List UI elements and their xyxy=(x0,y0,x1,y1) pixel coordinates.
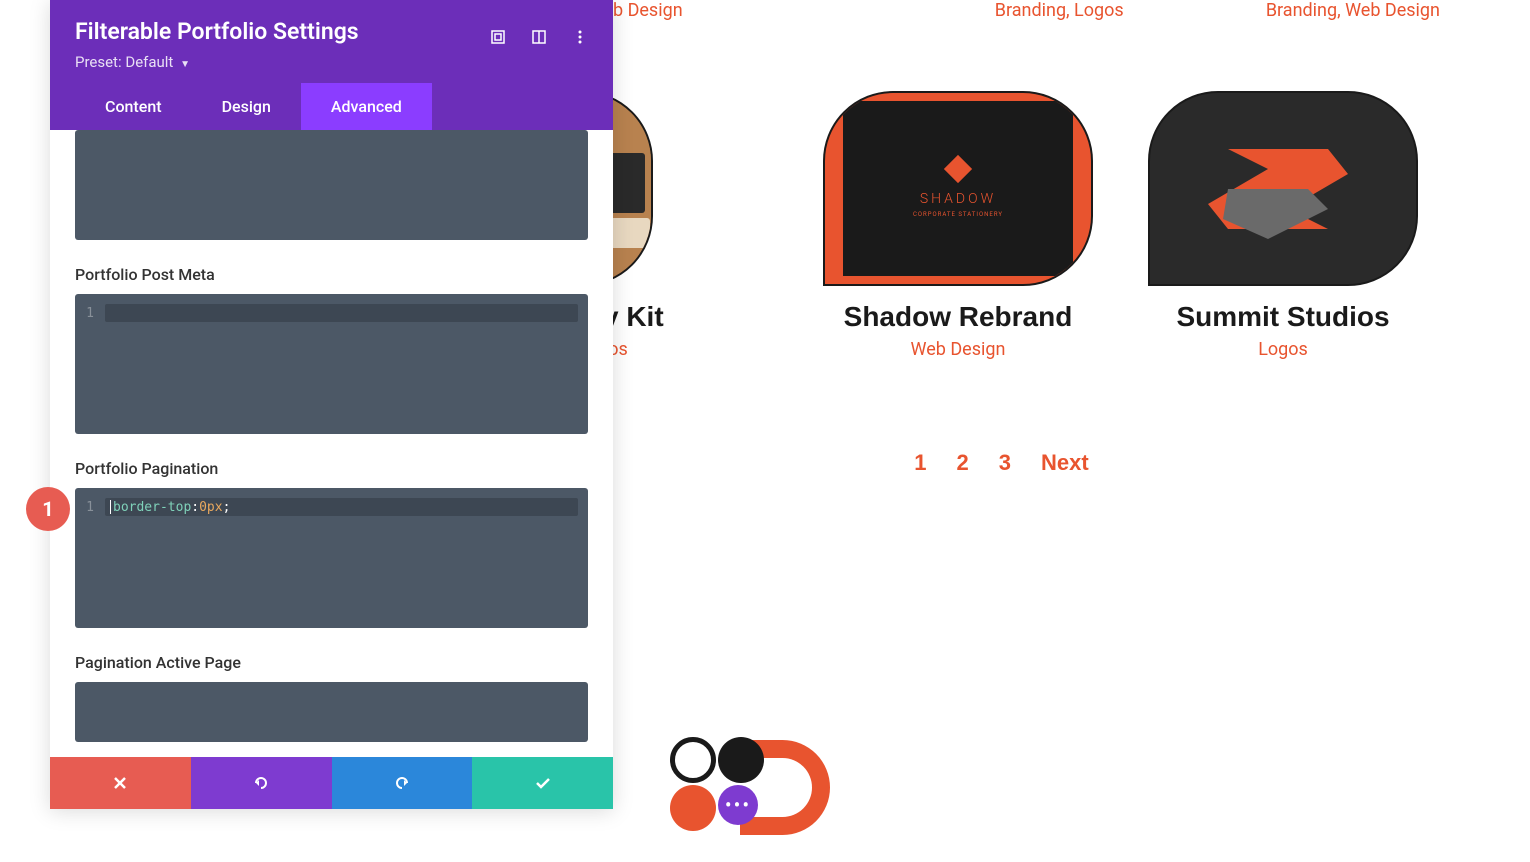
diamond-icon xyxy=(944,155,972,183)
circle-icon xyxy=(718,737,764,783)
css-semi: ; xyxy=(223,500,231,515)
portfolio-item[interactable]: Summit Studios Logos xyxy=(1148,91,1418,360)
code-box-active-page[interactable] xyxy=(75,682,588,742)
css-property: border-top xyxy=(113,500,191,515)
top-categories: b Design Branding, Logos Branding, Web D… xyxy=(613,0,1480,21)
page-link-3[interactable]: 3 xyxy=(999,450,1011,476)
tab-content[interactable]: Content xyxy=(75,83,192,130)
circle-icon xyxy=(670,737,716,783)
category-link[interactable]: b Design xyxy=(613,0,683,21)
page-link-2[interactable]: 2 xyxy=(957,450,969,476)
label-post-meta: Portfolio Post Meta xyxy=(75,265,588,284)
callout-badge: 1 xyxy=(26,487,70,531)
label-pagination: Portfolio Pagination xyxy=(75,459,588,478)
code-box-pagination[interactable]: 1 border-top: 0px; xyxy=(75,488,588,628)
label-active-page: Pagination Active Page xyxy=(75,653,588,672)
page-link-1[interactable]: 1 xyxy=(914,450,926,476)
css-value: 0px xyxy=(199,500,222,515)
panel-footer xyxy=(50,757,613,809)
dots-icon: ••• xyxy=(725,793,751,817)
help-bubble-icon[interactable]: ••• xyxy=(718,785,758,825)
tabs: Content Design Advanced xyxy=(75,83,588,130)
code-box-post-meta[interactable]: 1 xyxy=(75,294,588,434)
portfolio-title: Shadow Rebrand xyxy=(823,301,1093,333)
portfolio-title: Summit Studios xyxy=(1148,301,1418,333)
panel-title: Filterable Portfolio Settings xyxy=(75,18,359,45)
more-icon[interactable] xyxy=(572,24,588,40)
circle-icon xyxy=(670,785,716,831)
code-line-content[interactable]: border-top: 0px; xyxy=(105,498,578,516)
portfolio-category[interactable]: Logos xyxy=(1148,339,1418,360)
settings-panel: Filterable Portfolio Settings Preset: De… xyxy=(50,0,613,809)
portfolio-category[interactable]: Web Design xyxy=(823,339,1093,360)
preset-selector[interactable]: Preset: Default ▼ xyxy=(75,45,588,83)
shadow-logo-sub: CORPORATE STATIONERY xyxy=(913,211,1003,218)
pagination: 1 2 3 Next xyxy=(523,450,1480,476)
panel-header: Filterable Portfolio Settings Preset: De… xyxy=(50,0,613,130)
tab-design[interactable]: Design xyxy=(192,83,301,130)
portfolio-item[interactable]: SHADOW CORPORATE STATIONERY Shadow Rebra… xyxy=(823,91,1093,360)
shadow-logo-text: SHADOW xyxy=(920,191,996,207)
shadow-card: SHADOW CORPORATE STATIONERY xyxy=(843,101,1073,276)
line-number: 1 xyxy=(75,500,105,515)
css-colon: : xyxy=(191,500,199,515)
logo-circles: ••• xyxy=(670,737,770,837)
code-line-empty[interactable] xyxy=(105,304,578,322)
tab-advanced[interactable]: Advanced xyxy=(301,83,432,130)
page-link-next[interactable]: Next xyxy=(1041,450,1089,476)
portfolio-thumb[interactable] xyxy=(1148,91,1418,286)
line-number: 1 xyxy=(75,306,105,321)
text-cursor xyxy=(110,500,111,514)
expand-icon[interactable] xyxy=(490,24,506,40)
category-link[interactable]: Branding, Logos xyxy=(995,0,1124,21)
layout-icon[interactable] xyxy=(531,24,547,40)
footer-logo: ••• xyxy=(670,737,830,837)
code-box-prev[interactable] xyxy=(75,130,588,240)
caret-down-icon: ▼ xyxy=(180,59,190,70)
undo-button[interactable] xyxy=(191,757,332,809)
save-button[interactable] xyxy=(472,757,613,809)
panel-body[interactable]: Portfolio Post Meta 1 Portfolio Paginati… xyxy=(50,130,613,757)
category-link[interactable]: Branding, Web Design xyxy=(1266,0,1440,21)
redo-button[interactable] xyxy=(332,757,473,809)
portfolio-row: onary Kit Logos SHADOW CORPORATE STATION… xyxy=(613,91,1480,360)
callout-number: 1 xyxy=(42,497,53,521)
portfolio-thumb[interactable]: SHADOW CORPORATE STATIONERY xyxy=(823,91,1093,286)
preset-value: Default xyxy=(125,53,173,71)
content-area: b Design Branding, Logos Branding, Web D… xyxy=(613,0,1530,476)
preset-label: Preset: xyxy=(75,53,122,71)
close-button[interactable] xyxy=(50,757,191,809)
